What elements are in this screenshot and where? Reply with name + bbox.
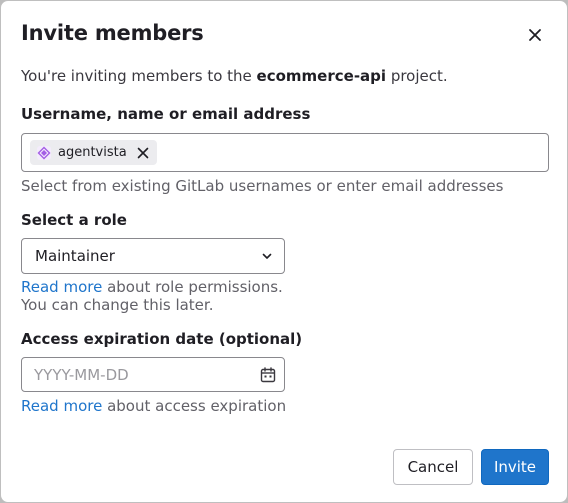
intro-text: You're inviting members to the ecommerce…	[21, 67, 448, 85]
role-select[interactable]: Maintainer	[21, 238, 285, 274]
user-token-label: agentvista	[58, 145, 127, 160]
diamond-avatar-icon	[36, 145, 52, 161]
role-help-text: Read more about role permissions. You ca…	[21, 278, 283, 314]
role-select-value: Maintainer	[35, 247, 115, 265]
expiration-label: Access expiration date (optional)	[21, 330, 303, 348]
close-icon	[137, 147, 149, 158]
role-read-more-link[interactable]: Read more	[21, 278, 102, 296]
intro-suffix: project.	[386, 67, 448, 85]
role-help-text-2: You can change this later.	[21, 296, 214, 314]
invite-button[interactable]: Invite	[481, 449, 549, 485]
expiration-date-input[interactable]	[34, 365, 244, 385]
role-help-text-1: about role permissions.	[102, 278, 283, 296]
expiration-date-field[interactable]	[21, 357, 285, 392]
role-label: Select a role	[21, 211, 127, 229]
close-icon	[529, 29, 541, 41]
remove-token-button[interactable]	[135, 145, 151, 161]
expiration-help-text-body: about access expiration	[102, 397, 287, 415]
calendar-icon[interactable]	[259, 366, 277, 384]
chevron-down-icon	[262, 253, 272, 259]
expiration-read-more-link[interactable]: Read more	[21, 397, 102, 415]
close-button[interactable]	[521, 21, 549, 49]
project-name: ecommerce-api	[256, 67, 387, 85]
user-token: agentvista	[30, 140, 157, 165]
invite-members-modal: Invite members You're inviting members t…	[0, 0, 568, 503]
username-token-input[interactable]: agentvista	[21, 133, 549, 172]
expiration-help-text: Read more about access expiration	[21, 397, 286, 415]
modal-title: Invite members	[21, 21, 204, 45]
intro-prefix: You're inviting members to the	[21, 67, 257, 85]
username-help-text: Select from existing GitLab usernames or…	[21, 177, 504, 195]
username-label: Username, name or email address	[21, 105, 311, 123]
cancel-button[interactable]: Cancel	[393, 449, 473, 485]
